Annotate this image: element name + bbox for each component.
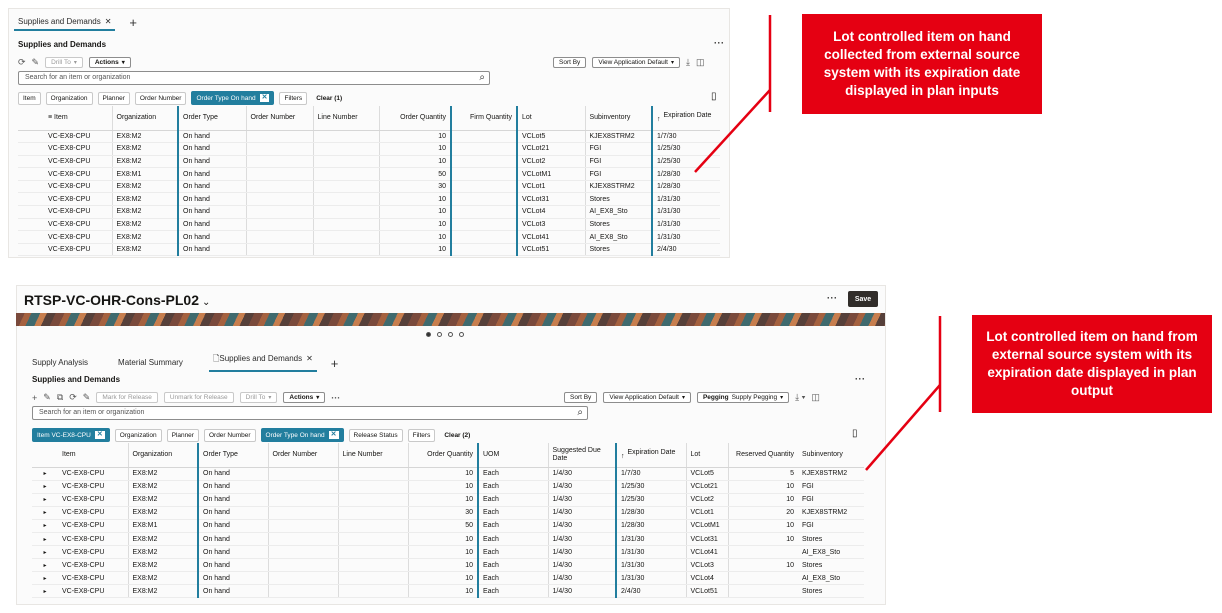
callout-arrow-bottom (865, 384, 941, 471)
callout-plan-output: Lot controlled item on hand from externa… (972, 315, 1212, 413)
callout-arrow-top (694, 89, 771, 173)
callout-plan-inputs: Lot controlled item on hand collected fr… (802, 14, 1042, 114)
